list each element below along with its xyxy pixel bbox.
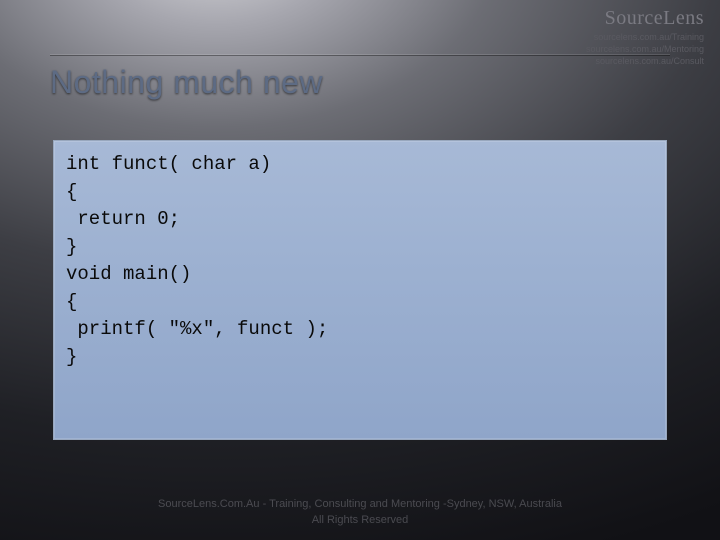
title-rule [50,54,670,56]
code-panel: int funct( char a) { return 0; } void ma… [53,140,667,440]
slide: SourceLens sourcelens.com.au/Training so… [0,0,720,540]
footer-line-2: All Rights Reserved [0,513,720,528]
footer: SourceLens.Com.Au - Training, Consulting… [0,497,720,528]
title-block: Nothing much new [50,54,670,101]
code-block: int funct( char a) { return 0; } void ma… [66,151,654,371]
watermark-link: sourcelens.com.au/Mentoring [586,44,704,55]
watermark-brand: SourceLens [586,6,704,30]
watermark-link: sourcelens.com.au/Training [586,32,704,43]
slide-title: Nothing much new [50,64,670,101]
footer-line-1: SourceLens.Com.Au - Training, Consulting… [0,497,720,512]
